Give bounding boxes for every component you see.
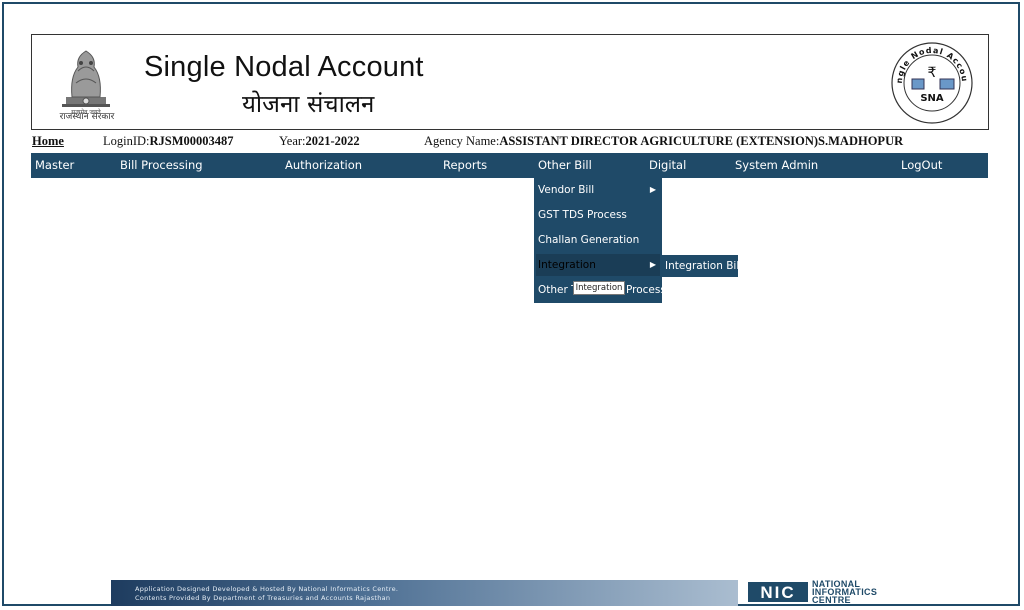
menu-master[interactable]: Master bbox=[35, 158, 74, 172]
svg-text:NIC: NIC bbox=[760, 583, 795, 602]
dropdown-item-vendor-bill[interactable]: Vendor Bill ▶ bbox=[536, 179, 660, 201]
menu-bill-processing[interactable]: Bill Processing bbox=[120, 158, 203, 172]
login-id: LoginID:RJSM00003487 bbox=[103, 134, 234, 148]
nic-logo-icon: NIC bbox=[748, 582, 808, 602]
site-header: सत्यमेव जयते राजस्थान सरकार Single Nodal… bbox=[31, 34, 989, 130]
sna-logo-icon: Single Nodal Account ₹ SNA bbox=[890, 41, 973, 124]
menu-authorization[interactable]: Authorization bbox=[285, 158, 362, 172]
agency-name: Agency Name:ASSISTANT DIRECTOR AGRICULTU… bbox=[424, 134, 904, 148]
submenu-arrow-icon: ▶ bbox=[649, 260, 656, 269]
dropdown-item-integration[interactable]: Integration ▶ bbox=[536, 254, 660, 276]
home-link[interactable]: Home bbox=[32, 134, 64, 149]
dropdown-item-gst-tds-process[interactable]: GST TDS Process bbox=[536, 204, 660, 226]
nic-name: NATIONAL INFORMATICS CENTRE bbox=[812, 579, 878, 605]
emblem-caption: राजस्थान सरकार bbox=[59, 112, 115, 122]
financial-year: Year:2021-2022 bbox=[279, 134, 360, 148]
submenu-item-integration-bill[interactable]: Integration Bill bbox=[662, 255, 742, 277]
dropdown-item-challan-generation[interactable]: Challan Generation bbox=[536, 229, 660, 251]
tooltip: Integration bbox=[573, 281, 625, 295]
user-info-bar: Home LoginID:RJSM00003487 Year:2021-2022… bbox=[31, 133, 989, 151]
menu-system-admin[interactable]: System Admin bbox=[735, 158, 818, 172]
svg-text:₹: ₹ bbox=[928, 65, 937, 81]
main-menu-bar: Master Bill Processing Authorization Rep… bbox=[31, 153, 988, 178]
menu-logout[interactable]: LogOut bbox=[901, 158, 942, 172]
menu-other-bill[interactable]: Other Bill bbox=[538, 158, 592, 172]
site-subtitle-hindi: योजना संचालन bbox=[242, 90, 375, 118]
menu-reports[interactable]: Reports bbox=[443, 158, 487, 172]
footer-line-1: Application Designed Developed & Hosted … bbox=[135, 585, 399, 593]
site-title: Single Nodal Account bbox=[144, 51, 424, 83]
menu-digital[interactable]: Digital bbox=[649, 158, 686, 172]
svg-text:SNA: SNA bbox=[920, 93, 944, 104]
footer-credits: Application Designed Developed & Hosted … bbox=[111, 580, 738, 606]
footer-line-2: Contents Provided By Department of Treas… bbox=[135, 594, 391, 602]
submenu-arrow-icon: ▶ bbox=[649, 185, 656, 194]
